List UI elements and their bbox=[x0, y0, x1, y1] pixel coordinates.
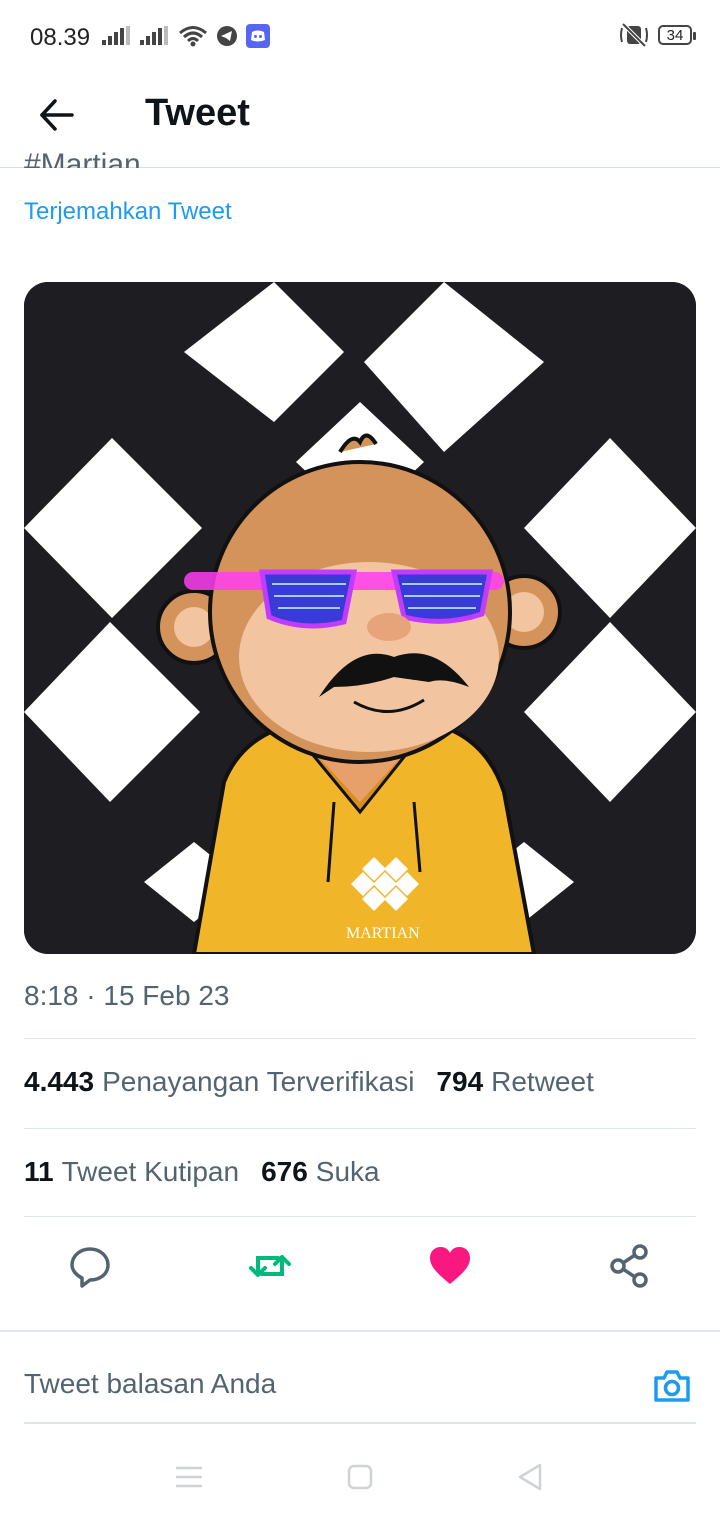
likes-count: 676 bbox=[261, 1156, 308, 1187]
home-nav-icon[interactable] bbox=[345, 1462, 375, 1492]
translate-tweet-link[interactable]: Terjemahkan Tweet bbox=[24, 198, 232, 226]
discord-icon bbox=[246, 24, 270, 48]
back-arrow-icon[interactable] bbox=[36, 94, 78, 136]
divider bbox=[24, 1128, 696, 1129]
views-count: 4.443 bbox=[24, 1066, 95, 1097]
tweet-text-partial: #Martian bbox=[24, 148, 141, 168]
menu-nav-icon[interactable] bbox=[174, 1462, 204, 1492]
reply-underline bbox=[24, 1422, 696, 1424]
reply-input[interactable]: Tweet balasan Anda bbox=[24, 1368, 276, 1400]
retweets-count: 794 bbox=[436, 1066, 484, 1097]
tweet-timestamp: 8:18 · 15 Feb 23 bbox=[24, 980, 230, 1011]
status-icons-right: 34 bbox=[620, 22, 696, 48]
page-title: Tweet bbox=[145, 92, 250, 134]
views-stat[interactable]: 4.443 Penayangan Terverifikasi bbox=[24, 1066, 414, 1098]
divider bbox=[24, 1216, 696, 1217]
divider bbox=[24, 1038, 696, 1039]
battery-icon: 34 bbox=[658, 25, 696, 45]
tweet-actions bbox=[0, 1230, 720, 1302]
likes-stat[interactable]: 676 Suka bbox=[261, 1156, 380, 1188]
battery-level: 34 bbox=[666, 26, 684, 44]
retweet-icon[interactable] bbox=[248, 1244, 292, 1288]
quote-tweets-stat[interactable]: 11 Tweet Kutipan bbox=[24, 1156, 239, 1188]
status-bar: 08.39 34 bbox=[0, 0, 720, 72]
status-time: 08.39 bbox=[30, 24, 91, 51]
camera-icon[interactable] bbox=[652, 1366, 692, 1406]
quote-tweets-count: 11 bbox=[24, 1156, 54, 1187]
views-label: Penayangan Terverifikasi bbox=[102, 1066, 415, 1097]
signal-icon bbox=[102, 26, 130, 45]
mute-icon bbox=[620, 22, 648, 48]
retweets-stat[interactable]: 794 Retweet bbox=[436, 1066, 593, 1098]
hoodie-logo-text: MARTIAN bbox=[346, 925, 420, 942]
wifi-icon bbox=[179, 26, 207, 47]
monkey-nft-illustration: MARTIAN bbox=[24, 282, 696, 954]
stats-row-1: 4.443 Penayangan Terverifikasi 794 Retweet bbox=[24, 1066, 594, 1098]
tweet-image[interactable]: MARTIAN bbox=[24, 282, 696, 954]
system-nav-bar bbox=[0, 1430, 720, 1520]
like-icon[interactable] bbox=[428, 1244, 472, 1288]
status-icons-left bbox=[102, 24, 270, 48]
reply-icon[interactable] bbox=[68, 1244, 112, 1288]
stats-row-2: 11 Tweet Kutipan 676 Suka bbox=[24, 1156, 380, 1188]
reply-composer: Tweet balasan Anda bbox=[0, 1330, 720, 1424]
back-nav-icon[interactable] bbox=[516, 1462, 546, 1492]
share-icon[interactable] bbox=[608, 1244, 652, 1288]
retweets-label: Retweet bbox=[491, 1066, 594, 1097]
quote-tweets-label: Tweet Kutipan bbox=[61, 1156, 240, 1187]
likes-label: Suka bbox=[315, 1156, 380, 1187]
signal-icon bbox=[140, 26, 168, 45]
telegram-icon bbox=[217, 26, 237, 46]
